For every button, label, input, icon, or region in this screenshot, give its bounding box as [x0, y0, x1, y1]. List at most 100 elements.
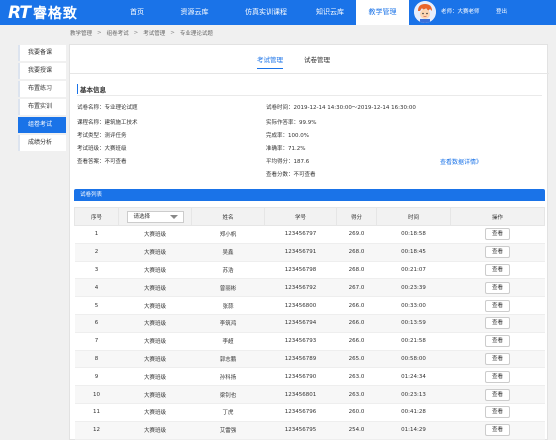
view-button[interactable]: 查看 — [485, 335, 510, 348]
row-score: 268.0 — [336, 261, 377, 280]
view-button[interactable]: 查看 — [485, 317, 510, 330]
main-nav: 首页 资源云库 仿真实训课程 知识云库 教学管理 — [113, 0, 409, 25]
section-title: 基本信息 — [77, 84, 106, 94]
row-name: 吴鑫 — [191, 243, 265, 262]
view-button[interactable]: 查看 — [485, 424, 510, 437]
row-index: 3 — [74, 261, 119, 280]
tab-paper-management[interactable]: 试卷管理 — [304, 55, 330, 69]
row-name: 丁虎 — [191, 403, 265, 422]
sidebar-item-exercises[interactable]: 布置练习 — [18, 81, 66, 97]
avatar[interactable] — [414, 1, 436, 23]
row-class: 大赛班级 — [118, 332, 192, 351]
view-button[interactable]: 查看 — [485, 228, 510, 241]
row-index: 5 — [74, 296, 119, 315]
tab-bar: 考试管理 试卷管理 — [70, 55, 549, 69]
row-student-id: 123456794 — [264, 314, 337, 333]
row-class: 大赛班级 — [118, 278, 192, 298]
row-name: 艾雷强 — [191, 421, 265, 440]
sidebar: 我要备课 我要授课 布置练习 布置实训 组卷考试 成绩分析 — [18, 45, 66, 153]
view-data-details-link[interactable]: 查看数据详情》 — [440, 157, 482, 166]
row-class: 大赛班级 — [118, 367, 192, 387]
info-course-name: 课程名称：建筑施工技术 — [77, 120, 138, 126]
table-row: 1 大赛班级 郑小帆 123456797 269.0 00:18:58 查看 — [74, 225, 545, 244]
user-name[interactable]: 老师：大赛老师 — [441, 0, 480, 25]
row-time: 00:18:45 — [376, 243, 451, 262]
nav-home[interactable]: 首页 — [113, 0, 161, 25]
info-completion-rate: 完成率：100.0% — [266, 133, 309, 139]
view-button[interactable]: 查看 — [485, 370, 510, 383]
info-exam-type: 考试类型：测评任务 — [77, 133, 127, 139]
col-class-filter: 请选择 — [118, 207, 192, 226]
row-time: 00:18:58 — [376, 225, 451, 244]
row-name: 李筑鸿 — [191, 314, 265, 333]
row-action: 查看 — [450, 332, 545, 351]
row-student-id: 123456793 — [264, 332, 337, 351]
brand-logo[interactable]: RT 睿格致 — [8, 3, 78, 23]
sidebar-item-teaching[interactable]: 我要授课 — [18, 63, 66, 79]
sidebar-item-training[interactable]: 布置实训 — [18, 99, 66, 115]
row-student-id: 123456796 — [264, 403, 337, 422]
view-button[interactable]: 查看 — [485, 299, 510, 312]
view-button[interactable]: 查看 — [485, 281, 510, 294]
row-action: 查看 — [450, 261, 545, 280]
row-name: 李超 — [191, 332, 265, 351]
row-score: 268.0 — [336, 243, 377, 262]
row-student-id: 123456792 — [264, 278, 337, 298]
view-button[interactable]: 查看 — [485, 263, 510, 276]
paper-list-header: 试卷列表 — [74, 189, 545, 201]
row-student-id: 123456791 — [264, 243, 337, 262]
row-name: 郭志鹏 — [191, 350, 265, 369]
row-time: 01:24:34 — [376, 367, 451, 387]
info-view-score: 查看分数：不可查看 — [266, 172, 316, 178]
logout-link[interactable]: 登出 — [496, 0, 507, 25]
view-button[interactable]: 查看 — [485, 406, 510, 419]
row-class: 大赛班级 — [118, 314, 192, 333]
nav-simulation-courses[interactable]: 仿真实训课程 — [228, 0, 304, 25]
row-index: 8 — [74, 350, 119, 369]
col-name: 姓名 — [191, 207, 265, 226]
row-time: 00:21:58 — [376, 332, 451, 351]
row-class: 大赛班级 — [118, 421, 192, 440]
row-index: 1 — [74, 225, 119, 244]
row-class: 大赛班级 — [118, 350, 192, 369]
row-class: 大赛班级 — [118, 261, 192, 280]
row-time: 00:21:07 — [376, 261, 451, 280]
table-row: 7 大赛班级 李超 123456793 266.0 00:21:58 查看 — [74, 332, 545, 351]
row-action: 查看 — [450, 296, 545, 315]
row-time: 00:58:00 — [376, 350, 451, 369]
table-row: 12 大赛班级 艾雷强 123456795 254.0 01:14:29 查看 — [74, 421, 545, 440]
row-action: 查看 — [450, 225, 545, 244]
sidebar-item-score-analysis[interactable]: 成绩分析 — [18, 135, 66, 151]
sidebar-item-lesson-prep[interactable]: 我要备课 — [18, 45, 66, 61]
row-class: 大赛班级 — [118, 403, 192, 422]
class-filter-select[interactable]: 请选择 — [126, 210, 184, 223]
view-button[interactable]: 查看 — [485, 352, 510, 365]
breadcrumb-item[interactable]: 考试管理 — [143, 29, 165, 37]
row-action: 查看 — [450, 421, 545, 440]
row-time: 00:41:28 — [376, 403, 451, 422]
col-score: 得分 — [336, 207, 377, 226]
row-time: 00:23:13 — [376, 385, 451, 404]
row-student-id: 123456790 — [264, 367, 337, 387]
row-action: 查看 — [450, 314, 545, 333]
nav-knowledge-library[interactable]: 知识云库 — [304, 0, 356, 25]
tab-exam-management[interactable]: 考试管理 — [257, 55, 283, 69]
table-row: 6 大赛班级 李筑鸿 123456794 266.0 00:13:59 查看 — [74, 314, 545, 333]
logo-text: 睿格致 — [32, 5, 78, 22]
row-student-id: 123456795 — [264, 421, 337, 440]
view-button[interactable]: 查看 — [485, 388, 510, 401]
row-action: 查看 — [450, 350, 545, 369]
info-answer-rate: 实际作答率：99.9% — [266, 120, 317, 126]
breadcrumb-item[interactable]: 教学管理 — [70, 29, 92, 37]
row-time: 00:13:59 — [376, 314, 451, 333]
row-name: 孙科扬 — [191, 367, 265, 387]
nav-resource-library[interactable]: 资源云库 — [161, 0, 228, 25]
view-button[interactable]: 查看 — [485, 246, 510, 259]
breadcrumb-item[interactable]: 组卷考试 — [107, 29, 129, 37]
row-class: 大赛班级 — [118, 296, 192, 315]
sidebar-item-exams[interactable]: 组卷考试 — [18, 117, 66, 133]
row-time: 01:14:29 — [376, 421, 451, 440]
nav-teaching-management[interactable]: 教学管理 — [356, 0, 409, 25]
row-index: 9 — [74, 367, 119, 387]
row-name: 张蒜 — [191, 296, 265, 315]
